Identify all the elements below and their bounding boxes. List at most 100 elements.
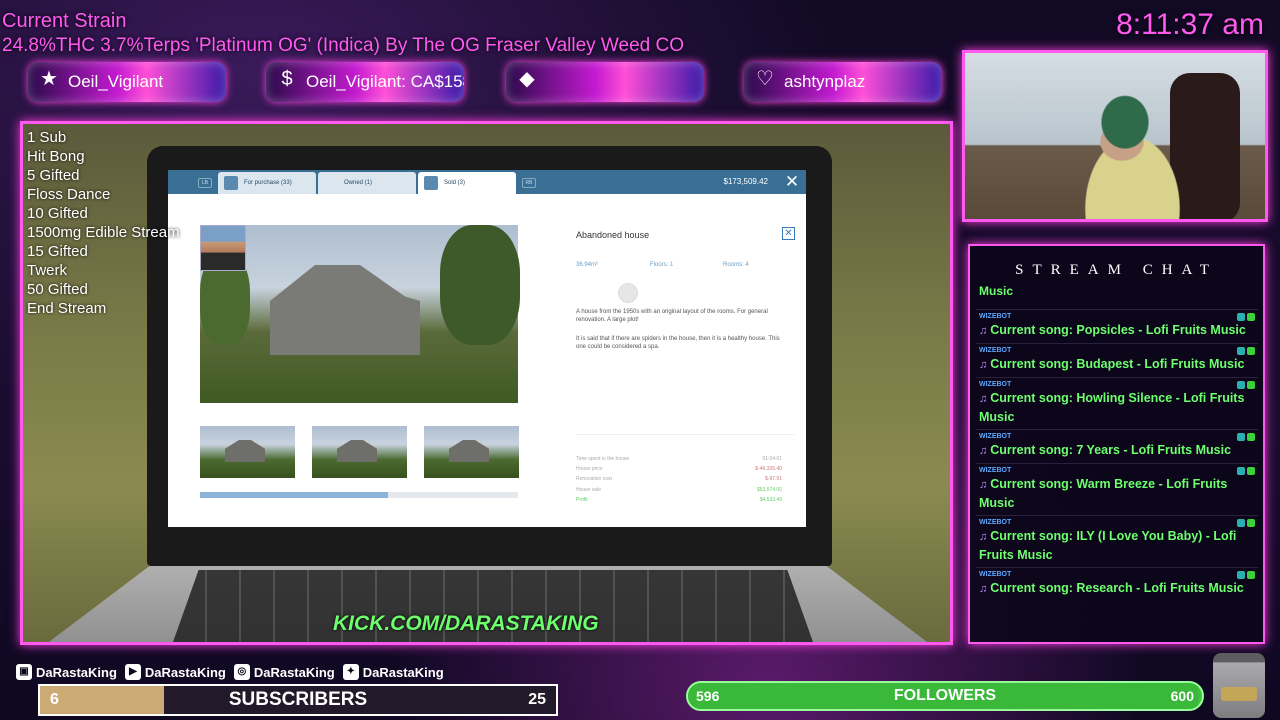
social-youtube[interactable]: ▶ DaRastaKing [124, 664, 226, 680]
tab-label: Owned (1) [344, 180, 373, 186]
strain-title: Current Strain [2, 10, 127, 32]
tab-for-purchase[interactable]: For purchase (33) [218, 172, 316, 194]
alert-text: Oeil_Vigilant [68, 72, 164, 91]
gallery-thumbnail[interactable] [200, 426, 295, 478]
star-icon: ★ [40, 68, 58, 90]
tab-next-button[interactable]: RB [522, 178, 536, 188]
social-twitch[interactable]: ▣ DaRastaKing [16, 664, 117, 680]
social-name: DaRastaKing [144, 664, 226, 680]
gallery-thumbnail[interactable] [424, 426, 519, 478]
chat-text: Current song: Research - Lofi Fruits Mus… [990, 581, 1244, 595]
badges [1237, 433, 1255, 441]
financial-value: $-46,326.40 [755, 466, 782, 472]
twitter-icon: ✦ [342, 664, 359, 680]
financial-label: Time spent in the house [576, 456, 630, 462]
verified-badge-icon [1247, 571, 1255, 579]
goal-item: 15 Gifted [27, 243, 88, 260]
financial-label: Profit [576, 497, 588, 503]
financial-row: House price $-46,326.40 [576, 466, 782, 472]
goal-item: 10 Gifted [27, 205, 88, 222]
twitch-icon: ▣ [16, 664, 32, 680]
chat-message: WIZEBOT ♫ Current song: Popsicles - Lofi … [976, 309, 1258, 343]
verified-badge-icon [1247, 347, 1255, 355]
financial-value: $53,574.00 [756, 487, 782, 493]
bot-badge-icon [1237, 571, 1245, 579]
heart-icon: ♡ [756, 68, 774, 90]
subscriber-goal: 25 [528, 691, 546, 708]
webcam-feed [962, 50, 1268, 222]
gallery-thumbnail[interactable] [312, 426, 407, 478]
house-description-2: It is said that if there are spiders in … [576, 336, 780, 350]
social-twitter[interactable]: ✦ DaRastaKing [342, 664, 444, 680]
tip-jar-icon [1213, 653, 1265, 718]
detail-close-icon[interactable]: ✕ [782, 227, 795, 240]
badges [1237, 381, 1255, 389]
goal-item: Floss Dance [27, 186, 111, 203]
stream-overlay: Current Strain 24.8%THC 3.7%Terps 'Plati… [0, 0, 1280, 720]
jar-label [1221, 687, 1257, 701]
house-image [270, 265, 420, 355]
social-instagram[interactable]: ◎ DaRastaKing [233, 664, 335, 680]
balance: $173,509.42 [723, 177, 769, 186]
tree [440, 225, 520, 345]
badges [1237, 519, 1255, 527]
music-note-icon: ♫ [979, 325, 988, 337]
chat-text: Current song: Howling Silence - Lofi Fru… [979, 391, 1245, 424]
financial-label: House price [576, 466, 603, 472]
verified-badge-icon [1247, 433, 1255, 441]
chat-username: WIZEBOT [979, 433, 1012, 440]
house-main-photo[interactable] [200, 225, 520, 403]
chat-text: Current song: 7 Years - Lofi Fruits Musi… [990, 443, 1232, 457]
diamond-icon: ◆ [519, 68, 535, 90]
follower-goal: 600 [1170, 688, 1194, 704]
tab-prev-button[interactable]: LB [198, 178, 212, 188]
chat-message-fragment: Music [979, 284, 1014, 298]
music-note-icon: ♫ [979, 393, 988, 405]
bot-badge-icon [1237, 381, 1245, 389]
chat-message: WIZEBOT ♫ Current song: Warm Breeze - Lof… [976, 463, 1258, 515]
chat-text: Current song: ILY (I Love You Baby) - Lo… [979, 529, 1237, 562]
chat-message: WIZEBOT ♫ Current song: ILY (I Love You B… [976, 515, 1258, 567]
chat-username: WIZEBOT [979, 571, 1012, 578]
financial-row: House sale $53,574.00 [576, 487, 782, 493]
subscriber-current: 6 [50, 691, 59, 708]
divider [576, 434, 794, 435]
goal-item: 5 Gifted [27, 167, 80, 184]
social-links: ▣ DaRastaKing ▶ DaRastaKing ◎ DaRastaKin… [16, 664, 444, 680]
youtube-icon: ▶ [124, 664, 141, 680]
goal-item: End Stream [27, 300, 107, 317]
tab-owned[interactable]: Owned (1) [318, 172, 416, 194]
bot-badge-icon [1237, 467, 1245, 475]
house-floors: Floors: 1 [650, 262, 674, 268]
alert-diamond: ◆ [506, 62, 704, 102]
close-icon[interactable]: ✕ [782, 172, 802, 192]
streamer [1065, 83, 1215, 219]
verified-badge-icon [1247, 381, 1255, 389]
alert-sub: ♡ ashtynplaz [744, 62, 942, 102]
financial-label: Renovation cost [576, 476, 612, 482]
goal-list: 1 Sub Hit Bong 5 Gifted Floss Dance 10 G… [27, 128, 180, 318]
loading-spinner-icon [618, 283, 638, 303]
strain-info: 24.8%THC 3.7%Terps 'Platinum OG' (Indica… [2, 35, 684, 56]
badges [1237, 313, 1255, 321]
chat-text: Current song: Budapest - Lofi Fruits Mus… [990, 357, 1245, 371]
kick-url: KICK.COM/DARASTAKING [333, 612, 599, 635]
social-name: DaRastaKing [362, 664, 444, 680]
music-note-icon: ♫ [979, 479, 988, 491]
tab-sold[interactable]: Sold (3) [418, 172, 516, 194]
dollar-icon: $ [281, 68, 293, 90]
financial-value: 01:04:01 [762, 456, 782, 462]
alert-follower: ★ Oeil_Vigilant [28, 62, 226, 102]
house-title: Abandoned house [576, 230, 650, 240]
instagram-icon: ◎ [233, 664, 250, 680]
financial-label: House sale [576, 487, 602, 493]
goal-item: 1500mg Edible Stream [27, 224, 180, 241]
verified-badge-icon [1247, 313, 1255, 321]
avatar [200, 225, 246, 271]
chat-username: WIZEBOT [979, 381, 1012, 388]
app-topbar: LB For purchase (33) Owned (1) Sold (3) … [168, 170, 806, 194]
financial-row: Renovation cost $-97.91 [576, 476, 782, 482]
chat-text: Current song: Warm Breeze - Lofi Fruits … [979, 477, 1228, 510]
bot-badge-icon [1237, 347, 1245, 355]
chat-username: WIZEBOT [979, 467, 1012, 474]
